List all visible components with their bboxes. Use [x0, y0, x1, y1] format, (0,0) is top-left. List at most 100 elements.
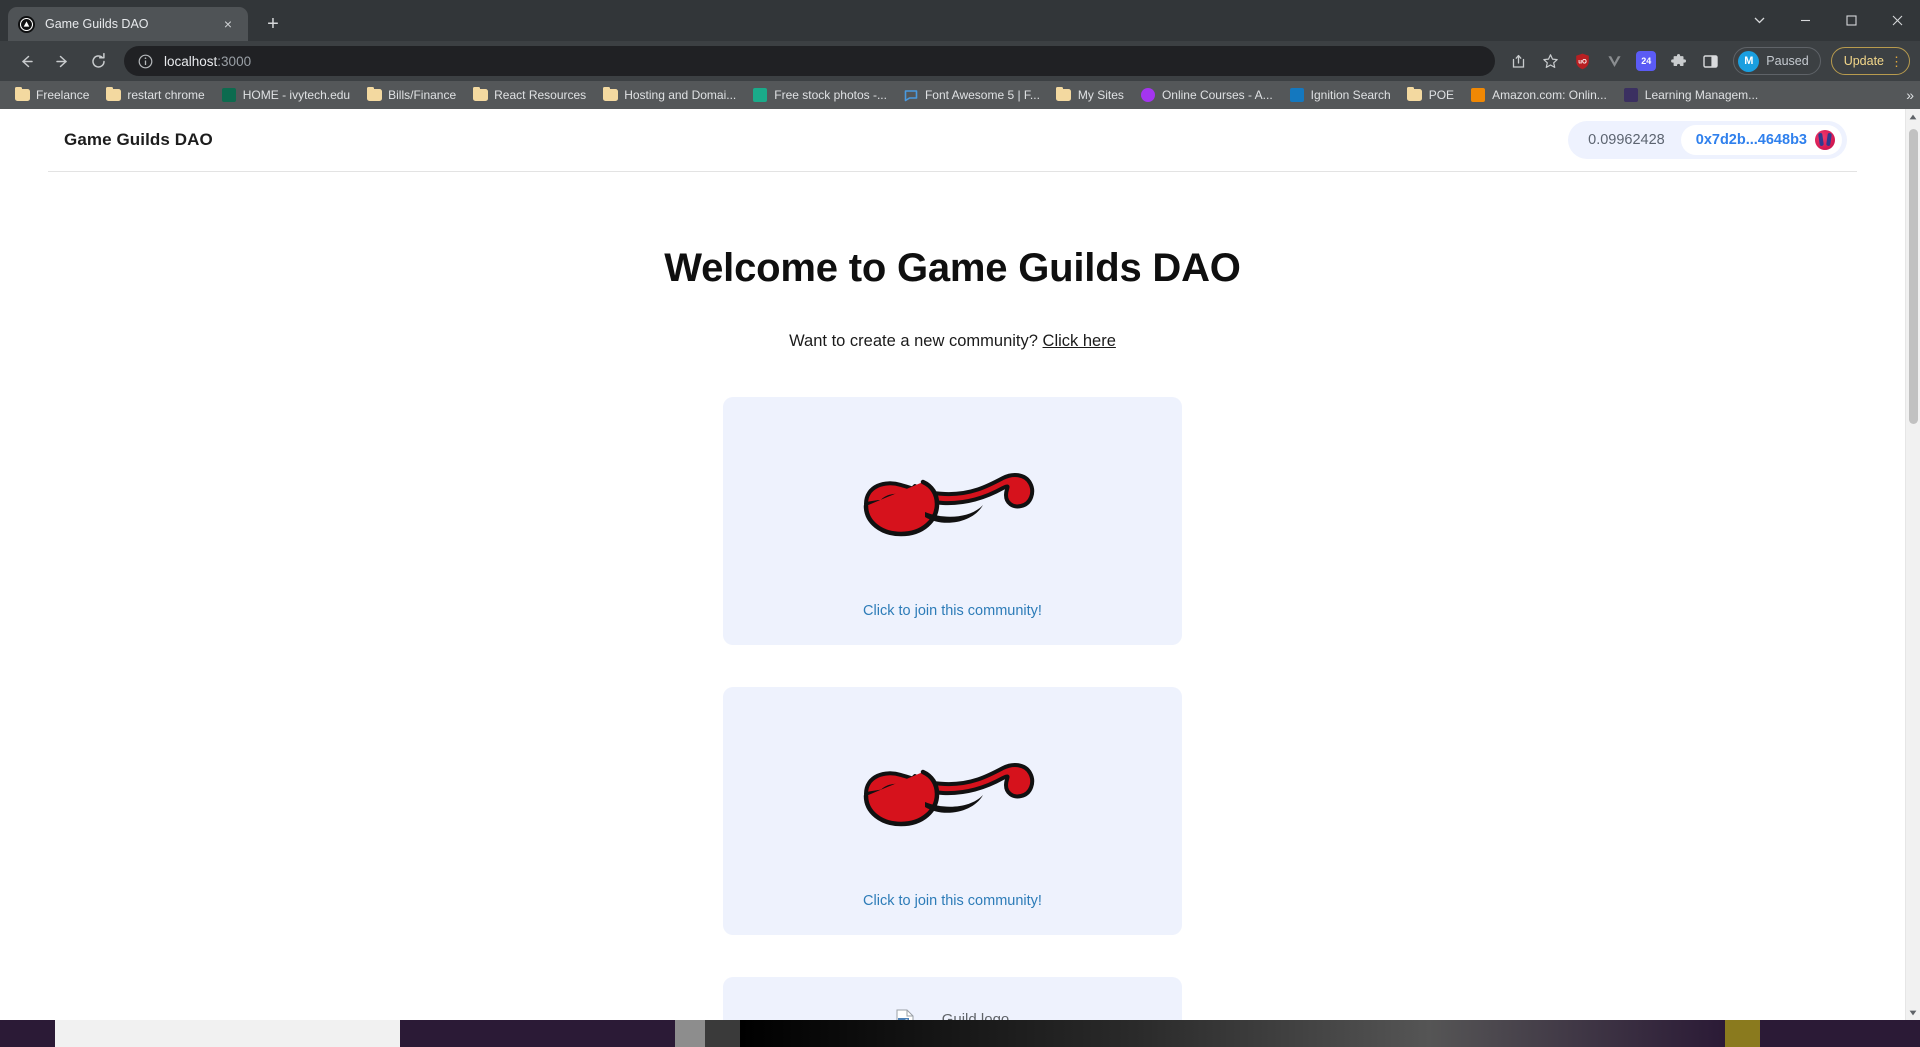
- community-card[interactable]: Guild logo: [723, 977, 1182, 1020]
- toolbar-right-actions: uO 24 M Paused Update ⋮: [1503, 46, 1912, 76]
- profile-status-label: Paused: [1766, 54, 1809, 68]
- wallet-avatar-icon: [1815, 130, 1835, 150]
- site-header: Game Guilds DAO 0.09962428 0x7d2b...4648…: [48, 109, 1857, 172]
- bookmark-item[interactable]: restart chrome: [97, 84, 212, 106]
- scrollbar-thumb[interactable]: [1909, 129, 1918, 424]
- profile-button[interactable]: M Paused: [1733, 47, 1821, 75]
- reload-button[interactable]: [82, 45, 114, 77]
- address-bar[interactable]: localhost:3000: [124, 46, 1496, 76]
- forward-button[interactable]: [46, 45, 78, 77]
- tab-search-chevron-icon[interactable]: [1736, 0, 1782, 41]
- page-content: Welcome to Game Guilds DAO Want to creat…: [0, 172, 1905, 1020]
- tab-strip: Game Guilds DAO × +: [0, 0, 1920, 41]
- window-close-button[interactable]: [1874, 0, 1920, 41]
- bookmark-item[interactable]: Hosting and Domai...: [594, 84, 744, 106]
- flag-icon: [903, 87, 919, 103]
- broken-image-placeholder: Guild logo: [896, 1009, 1010, 1021]
- new-tab-button[interactable]: +: [258, 9, 288, 39]
- bookmark-item[interactable]: Ignition Search: [1281, 84, 1399, 106]
- bookmark-item[interactable]: Online Courses - A...: [1132, 84, 1281, 106]
- folder-icon: [366, 86, 382, 103]
- back-button[interactable]: [10, 45, 42, 77]
- bookmark-label: My Sites: [1077, 88, 1124, 102]
- site-favicon-icon: [1470, 87, 1486, 103]
- broken-image-alt-text: Guild logo: [941, 1010, 1010, 1021]
- create-community-link[interactable]: Click here: [1043, 332, 1116, 350]
- page-scrollbar[interactable]: [1905, 109, 1920, 1020]
- bookmarks-overflow-button[interactable]: »: [1906, 87, 1914, 103]
- side-panel-icon[interactable]: [1695, 46, 1725, 76]
- web-page: Game Guilds DAO 0.09962428 0x7d2b...4648…: [0, 109, 1905, 1020]
- window-maximize-button[interactable]: [1828, 0, 1874, 41]
- community-card[interactable]: Click to join this community!: [723, 397, 1182, 645]
- join-community-link[interactable]: Click to join this community!: [863, 603, 1042, 619]
- extensions-puzzle-icon[interactable]: [1663, 46, 1693, 76]
- bookmark-item[interactable]: Bills/Finance: [358, 84, 464, 106]
- bookmark-item[interactable]: Learning Managem...: [1615, 84, 1766, 106]
- bookmark-label: Bills/Finance: [388, 88, 457, 102]
- wallet-widget[interactable]: 0.09962428 0x7d2b...4648b3: [1568, 121, 1847, 159]
- vimium-extension-icon[interactable]: [1599, 46, 1629, 76]
- update-label: Update: [1843, 54, 1884, 68]
- window-minimize-button[interactable]: [1782, 0, 1828, 41]
- ext-24-badge: 24: [1636, 51, 1657, 71]
- tab-title: Game Guilds DAO: [45, 17, 149, 31]
- wallet-address-button[interactable]: 0x7d2b...4648b3: [1680, 125, 1842, 155]
- folder-icon: [1407, 86, 1423, 103]
- bookmark-item[interactable]: Amazon.com: Onlin...: [1462, 84, 1615, 106]
- bookmarks-bar: Freelance restart chrome HOME - ivytech.ed…: [0, 81, 1920, 109]
- bookmark-label: Font Awesome 5 | F...: [924, 88, 1040, 102]
- svg-text:uO: uO: [1578, 58, 1587, 65]
- bookmark-item[interactable]: Font Awesome 5 | F...: [895, 84, 1048, 106]
- page-viewport: Game Guilds DAO 0.09962428 0x7d2b...4648…: [0, 109, 1920, 1020]
- page-title: Welcome to Game Guilds DAO: [664, 246, 1241, 290]
- windows-taskbar[interactable]: [0, 1020, 1920, 1047]
- folder-icon: [472, 86, 488, 103]
- bookmark-star-icon[interactable]: [1535, 46, 1565, 76]
- chrome-menu-icon[interactable]: ⋮: [1890, 55, 1903, 68]
- bookmark-label: Online Courses - A...: [1161, 88, 1273, 102]
- bookmark-label: React Resources: [494, 88, 587, 102]
- guild-logo-icon: [848, 459, 1058, 545]
- bookmark-label: Ignition Search: [1310, 88, 1391, 102]
- folder-icon: [602, 86, 618, 103]
- scrollbar-up-arrow[interactable]: [1906, 109, 1920, 124]
- bookmark-item[interactable]: POE: [1399, 84, 1462, 106]
- bookmark-item[interactable]: React Resources: [464, 84, 594, 106]
- bookmark-item[interactable]: HOME - ivytech.edu: [213, 84, 358, 106]
- ublock-origin-extension-icon[interactable]: uO: [1567, 46, 1597, 76]
- browser-toolbar: localhost:3000 uO 24 M Paused Update ⋮: [0, 41, 1920, 81]
- wallet-balance: 0.09962428: [1588, 132, 1665, 148]
- info-circle-icon[interactable]: [136, 52, 154, 70]
- bookmark-label: Freelance: [36, 88, 90, 102]
- bookmark-label: restart chrome: [127, 88, 205, 102]
- ext-24-icon[interactable]: 24: [1631, 46, 1661, 76]
- site-favicon-icon: [1140, 87, 1156, 103]
- site-favicon-icon: [221, 87, 237, 103]
- bookmark-label: HOME - ivytech.edu: [242, 88, 351, 102]
- site-brand-title: Game Guilds DAO: [64, 130, 213, 149]
- guild-logo-svg: [863, 473, 1034, 537]
- bookmark-item[interactable]: Free stock photos -...: [744, 84, 895, 106]
- url-port: :3000: [217, 53, 252, 69]
- bookmark-label: Hosting and Domai...: [624, 88, 737, 102]
- folder-icon: [1056, 86, 1072, 103]
- browser-window: Game Guilds DAO × + localhost:3000 uO 24…: [0, 0, 1920, 1047]
- create-community-text: Want to create a new community?: [789, 332, 1038, 350]
- browser-tab[interactable]: Game Guilds DAO ×: [8, 7, 248, 41]
- url-host: localhost: [164, 53, 218, 69]
- site-favicon-icon: [1623, 87, 1639, 103]
- share-icon[interactable]: [1503, 46, 1533, 76]
- community-card[interactable]: Click to join this community!: [723, 687, 1182, 935]
- address-bar-url: localhost:3000: [164, 54, 251, 69]
- bookmark-label: Amazon.com: Onlin...: [1492, 88, 1607, 102]
- scrollbar-down-arrow[interactable]: [1906, 1005, 1920, 1020]
- tab-close-icon[interactable]: ×: [218, 14, 238, 34]
- bookmark-label: Learning Managem...: [1644, 88, 1759, 102]
- bookmark-item[interactable]: Freelance: [6, 84, 97, 106]
- join-community-link[interactable]: Click to join this community!: [863, 893, 1042, 909]
- broken-image-icon: [896, 1009, 914, 1020]
- bookmark-item[interactable]: My Sites: [1048, 84, 1132, 106]
- update-button[interactable]: Update ⋮: [1830, 47, 1910, 75]
- bookmark-label: Free stock photos -...: [774, 88, 887, 102]
